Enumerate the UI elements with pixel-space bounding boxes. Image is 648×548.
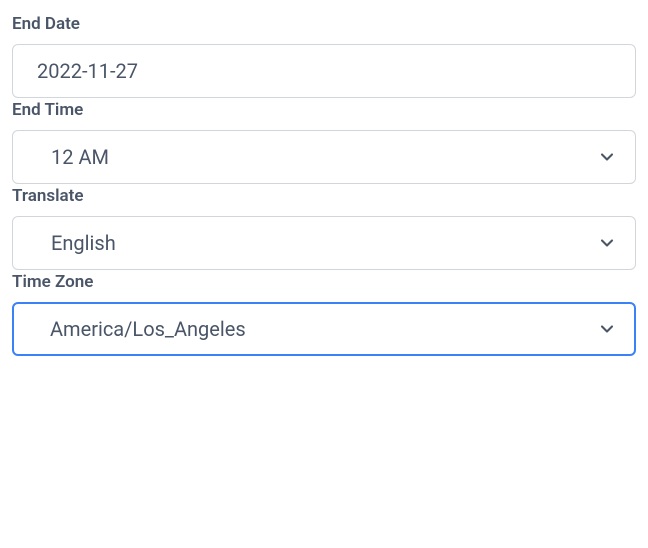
time-zone-field: Time Zone America/Los_Angeles — [12, 272, 636, 356]
chevron-down-icon — [597, 147, 617, 167]
end-time-value: 12 AM — [51, 145, 109, 169]
chevron-down-icon — [597, 319, 617, 339]
end-date-field: End Date 2022-11-27 — [12, 14, 636, 98]
end-date-label: End Date — [12, 14, 636, 34]
end-date-value: 2022-11-27 — [37, 59, 138, 83]
translate-value: English — [51, 231, 116, 255]
time-zone-select[interactable]: America/Los_Angeles — [12, 302, 636, 356]
time-zone-value: America/Los_Angeles — [50, 317, 246, 341]
translate-label: Translate — [12, 186, 636, 206]
translate-select[interactable]: English — [12, 216, 636, 270]
chevron-down-icon — [597, 233, 617, 253]
translate-field: Translate English — [12, 186, 636, 270]
end-time-label: End Time — [12, 100, 636, 120]
end-date-input[interactable]: 2022-11-27 — [12, 44, 636, 98]
time-zone-label: Time Zone — [12, 272, 636, 292]
end-time-select[interactable]: 12 AM — [12, 130, 636, 184]
end-time-field: End Time 12 AM — [12, 100, 636, 184]
